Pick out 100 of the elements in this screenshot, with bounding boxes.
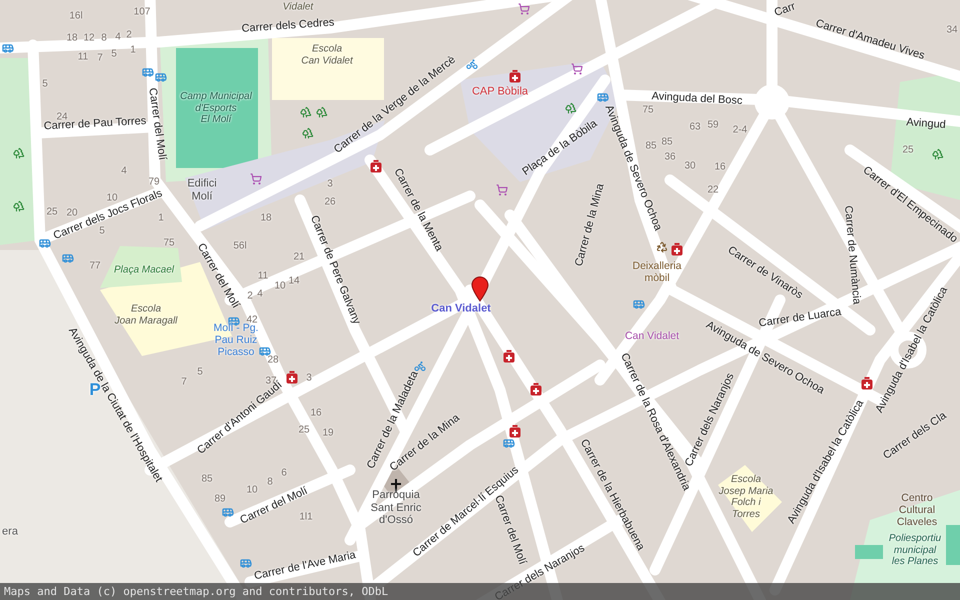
bus-stop-icon [2, 42, 14, 54]
shopping-cart-icon [571, 63, 583, 75]
street-name: Carr [772, 0, 798, 20]
clinic-label: CAP Bòbila [472, 86, 528, 98]
area-label: era [2, 526, 18, 538]
bicycle-icon [466, 58, 478, 70]
building-label: Edifici Molí [187, 177, 217, 203]
bus-stop-icon [503, 437, 515, 449]
house-number: 2-4 [732, 124, 748, 136]
house-number: 11 [78, 51, 88, 63]
house-number: 4 [257, 288, 263, 300]
street-name: Carrer de la Mina [572, 182, 608, 268]
house-number: 20 [66, 207, 78, 219]
house-number: 30 [684, 160, 696, 172]
house-number: 5 [99, 225, 105, 237]
house-number: 5 [197, 366, 203, 378]
bus-stop-icon [142, 66, 154, 78]
bus-stop-icon [240, 557, 252, 569]
house-number: 10 [246, 484, 258, 496]
shopping-cart-icon [518, 3, 530, 15]
house-number: 1l1 [299, 511, 313, 523]
house-number: 59 [707, 119, 719, 131]
house-number: 16 [310, 407, 322, 419]
square-label: Plaça Macael [114, 264, 174, 276]
house-number: 2 [126, 29, 132, 41]
house-number: 7 [97, 52, 103, 64]
house-number: 3 [306, 372, 312, 384]
house-number: 56l [233, 240, 247, 252]
house-number: 19 [322, 427, 334, 439]
house-number: 89 [214, 493, 226, 505]
house-number: 75 [642, 104, 654, 116]
house-number: 5 [111, 48, 117, 60]
attribution-text: Maps and Data (c) openstreetmap.org and contributors, ODbL [4, 585, 388, 598]
house-number: 79 [148, 176, 160, 188]
pharmacy-icon [509, 70, 521, 82]
cultural-centre-label: Centro Cultural Claveles [896, 492, 938, 528]
sports-ground-label: Poliesportiu municipal les Planes [888, 532, 942, 568]
pharmacy-icon [530, 383, 542, 395]
pharmacy-icon [861, 377, 873, 389]
recycling-icon [656, 241, 668, 253]
street-name: Carrer del Molí [146, 87, 168, 161]
station-label: Can Vidalet [431, 302, 491, 316]
pharmacy-icon [671, 243, 683, 255]
house-number: 18 [66, 32, 78, 44]
sports-ground-label: Camp Municipal d'Esports El Molí [180, 90, 252, 126]
house-number: 8 [101, 32, 107, 44]
school-label: Vidalet [282, 1, 314, 13]
house-number: 77 [89, 260, 101, 272]
house-number: 7 [181, 376, 187, 388]
street-name: Carrer de Numància [841, 205, 863, 305]
house-number: 63 [689, 121, 701, 133]
map-pin-icon [471, 276, 489, 302]
pharmacy-icon [370, 160, 382, 172]
building-label: Parròquia Sant Enric d'Ossó [370, 489, 422, 527]
house-number: 26 [324, 196, 336, 208]
house-number: 3 [327, 178, 333, 190]
bus-stop-icon [597, 91, 609, 103]
school-label: Escola Joan Maragall [114, 304, 178, 326]
house-number: 10 [106, 192, 118, 204]
shopping-cart-icon [250, 173, 262, 185]
house-number: 1 [158, 212, 164, 224]
house-number: 5 [42, 78, 48, 90]
bus-stop-icon [155, 71, 167, 83]
house-number: 85 [645, 140, 657, 152]
house-number: 28 [267, 354, 279, 366]
house-number: 16 [714, 161, 726, 173]
house-number: 75 [163, 237, 175, 249]
market-label: Can Vidalet [624, 330, 680, 342]
pharmacy-icon [503, 350, 515, 362]
pharmacy-icon [509, 425, 521, 437]
house-number: 85 [201, 473, 213, 485]
bicycle-icon [414, 360, 426, 372]
house-number: 2 [247, 290, 253, 302]
house-number: 14 [288, 275, 300, 287]
shopping-cart-icon [496, 184, 508, 196]
recycling-point-label: Deixalleria mòbil [632, 260, 682, 284]
street-name: Avinguda del Bosc [651, 90, 743, 108]
bus-stop-icon [259, 345, 271, 357]
street-name: Carrer de l'Ave Maria [253, 549, 357, 583]
house-number: 25 [46, 206, 58, 218]
bus-stop-icon [222, 506, 234, 518]
school-label: Escola Can Vidalet [301, 44, 353, 66]
house-number: 21 [293, 251, 305, 263]
street-name: Carrer de Luarca [758, 306, 842, 330]
house-number: 25 [298, 424, 310, 436]
house-number: 107 [134, 6, 150, 18]
house-number: 4 [121, 165, 127, 177]
house-number: 11 [258, 270, 268, 282]
house-number: 25 [902, 144, 914, 156]
house-number: 85 [661, 136, 673, 148]
house-number: 22 [707, 184, 719, 196]
house-number: 24 [56, 111, 68, 122]
house-number: 8 [267, 476, 273, 488]
house-number: 18 [260, 212, 272, 224]
house-number: 34 [946, 24, 958, 36]
pharmacy-icon [286, 371, 298, 383]
house-number: 10 [274, 280, 286, 292]
house-number: 1 [130, 44, 136, 56]
bus-stop-label: Molí - Pg. Pau Ruiz Picasso [214, 322, 258, 358]
bus-stop-icon [62, 252, 74, 264]
